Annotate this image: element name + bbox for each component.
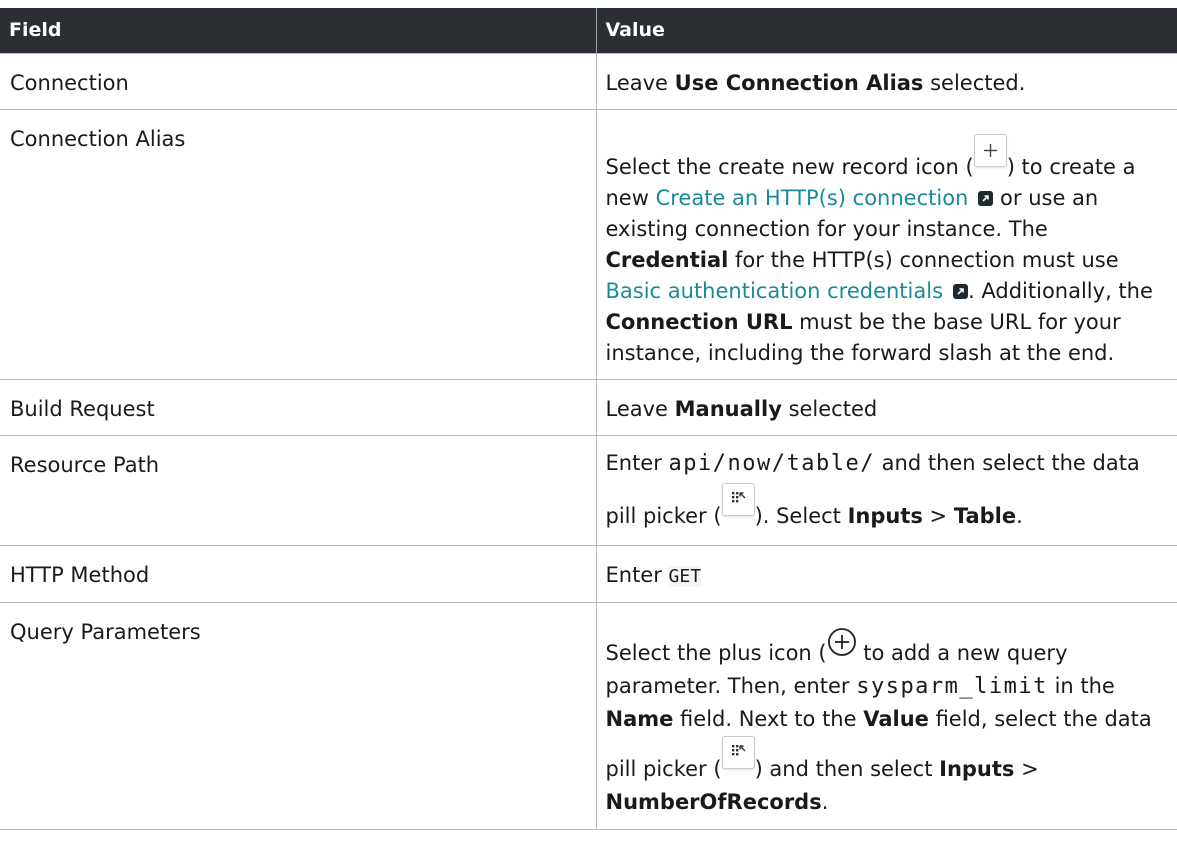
text: Enter <box>605 451 669 475</box>
table-row: Query Parameters Select the plus icon ( … <box>0 602 1177 830</box>
code-text: api/now/table/ <box>668 451 875 476</box>
text: Leave <box>605 397 675 421</box>
text: Select the plus icon ( <box>605 641 827 665</box>
table-row: Resource Path Enter api/now/table/ and t… <box>0 435 1177 546</box>
bold-text: Value <box>863 707 929 731</box>
text: > <box>1014 757 1039 781</box>
bold-text: Inputs <box>939 757 1015 781</box>
plus-circle-icon <box>827 627 857 657</box>
table-header: Field Value <box>0 8 1177 54</box>
field-cell: Connection Alias <box>0 109 597 380</box>
table-row: Connection Leave Use Connection Alias se… <box>0 53 1177 110</box>
value-cell: Enter GET <box>595 545 1177 603</box>
value-cell: Select the create new record icon () to … <box>595 109 1177 380</box>
field-cell: Build Request <box>0 379 597 436</box>
bold-text: Connection URL <box>605 310 793 334</box>
external-link-icon[interactable] <box>953 284 969 299</box>
text: > <box>922 504 954 528</box>
text: field. Next to the <box>673 707 864 731</box>
table-row: HTTP Method Enter GET <box>0 545 1177 603</box>
header-value: Value <box>596 8 1177 54</box>
bold-text: Name <box>605 707 674 731</box>
data-pill-picker-icon <box>721 736 755 769</box>
text: in the <box>1047 674 1115 698</box>
data-pill-picker-icon <box>721 483 755 516</box>
bold-text: NumberOfRecords <box>605 790 822 814</box>
create-http-connection-link[interactable]: Create an HTTP(s) connection <box>656 186 969 210</box>
field-cell: HTTP Method <box>0 545 597 603</box>
text: . <box>821 790 829 814</box>
bold-text: Manually <box>674 397 782 421</box>
basic-auth-credentials-link[interactable]: Basic authentication credentials <box>606 279 944 303</box>
bold-text: Use Connection Alias <box>674 71 924 95</box>
text: for the HTTP(s) connection must use <box>728 248 1119 272</box>
text: . Additionally, the <box>968 279 1153 303</box>
text: selected. <box>923 71 1026 95</box>
header-field: Field <box>0 8 597 54</box>
table-row: Build Request Leave Manually selected <box>0 379 1177 436</box>
value-cell: Enter api/now/table/ and then select the… <box>595 435 1177 546</box>
text: Leave <box>605 71 675 95</box>
value-cell: Select the plus icon ( to add a new quer… <box>595 602 1177 830</box>
plus-box-icon <box>973 134 1007 167</box>
value-cell: Leave Manually selected <box>595 379 1177 436</box>
code-text: GET <box>668 566 702 587</box>
text: ). Select <box>754 504 848 528</box>
text: selected <box>781 397 878 421</box>
field-cell: Resource Path <box>0 435 597 546</box>
text: . <box>1016 504 1023 528</box>
text: Enter <box>605 563 669 587</box>
value-cell: Leave Use Connection Alias selected. <box>595 53 1177 110</box>
table-row: Connection Alias Select the create new r… <box>0 109 1177 380</box>
doc-frame: Field Value Connection Leave Use Connect… <box>0 0 1177 862</box>
external-link-icon[interactable] <box>978 191 994 206</box>
bold-text: Credential <box>605 248 729 272</box>
bold-text: Inputs <box>847 504 923 528</box>
code-text: sysparm_limit <box>856 674 1048 699</box>
bold-text: Table <box>953 504 1017 528</box>
field-value-table: Field Value Connection Leave Use Connect… <box>0 8 1177 830</box>
text: Select the create new record icon ( <box>605 155 974 179</box>
text: ) and then select <box>754 757 940 781</box>
field-cell: Connection <box>0 53 597 110</box>
field-cell: Query Parameters <box>0 602 597 830</box>
